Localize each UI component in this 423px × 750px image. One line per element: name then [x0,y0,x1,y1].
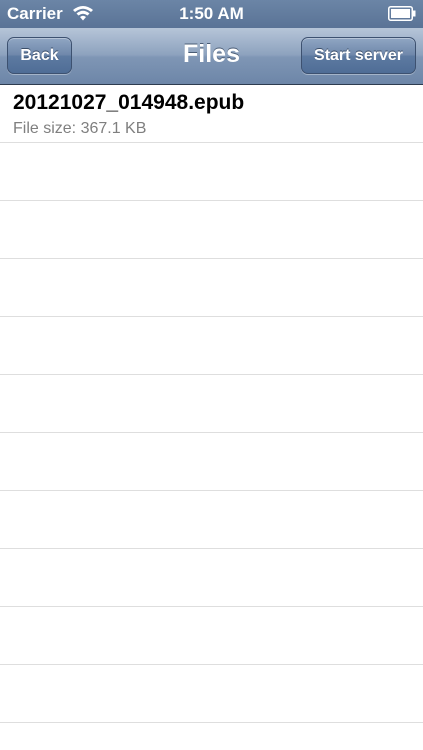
battery-icon [388,6,416,21]
file-size: File size: 367.1 KB [13,120,147,137]
file-name: 20121027_014948.epub [13,91,245,114]
empty-row [0,549,423,607]
empty-row [0,723,423,750]
empty-row [0,665,423,723]
file-row[interactable]: 20121027_014948.epub File size: 367.1 KB [0,85,423,143]
files-table[interactable]: 20121027_014948.epub File size: 367.1 KB [0,85,423,750]
empty-row [0,433,423,491]
navigation-bar: Back Files Start server [0,28,423,85]
empty-row [0,491,423,549]
clock-time: 1:50 AM [179,4,244,23]
status-bar: Carrier 1:50 AM [0,0,423,28]
empty-row [0,317,423,375]
empty-row [0,259,423,317]
empty-row [0,143,423,201]
empty-row [0,201,423,259]
empty-row [0,607,423,665]
start-server-button[interactable]: Start server [301,37,416,74]
empty-row [0,375,423,433]
